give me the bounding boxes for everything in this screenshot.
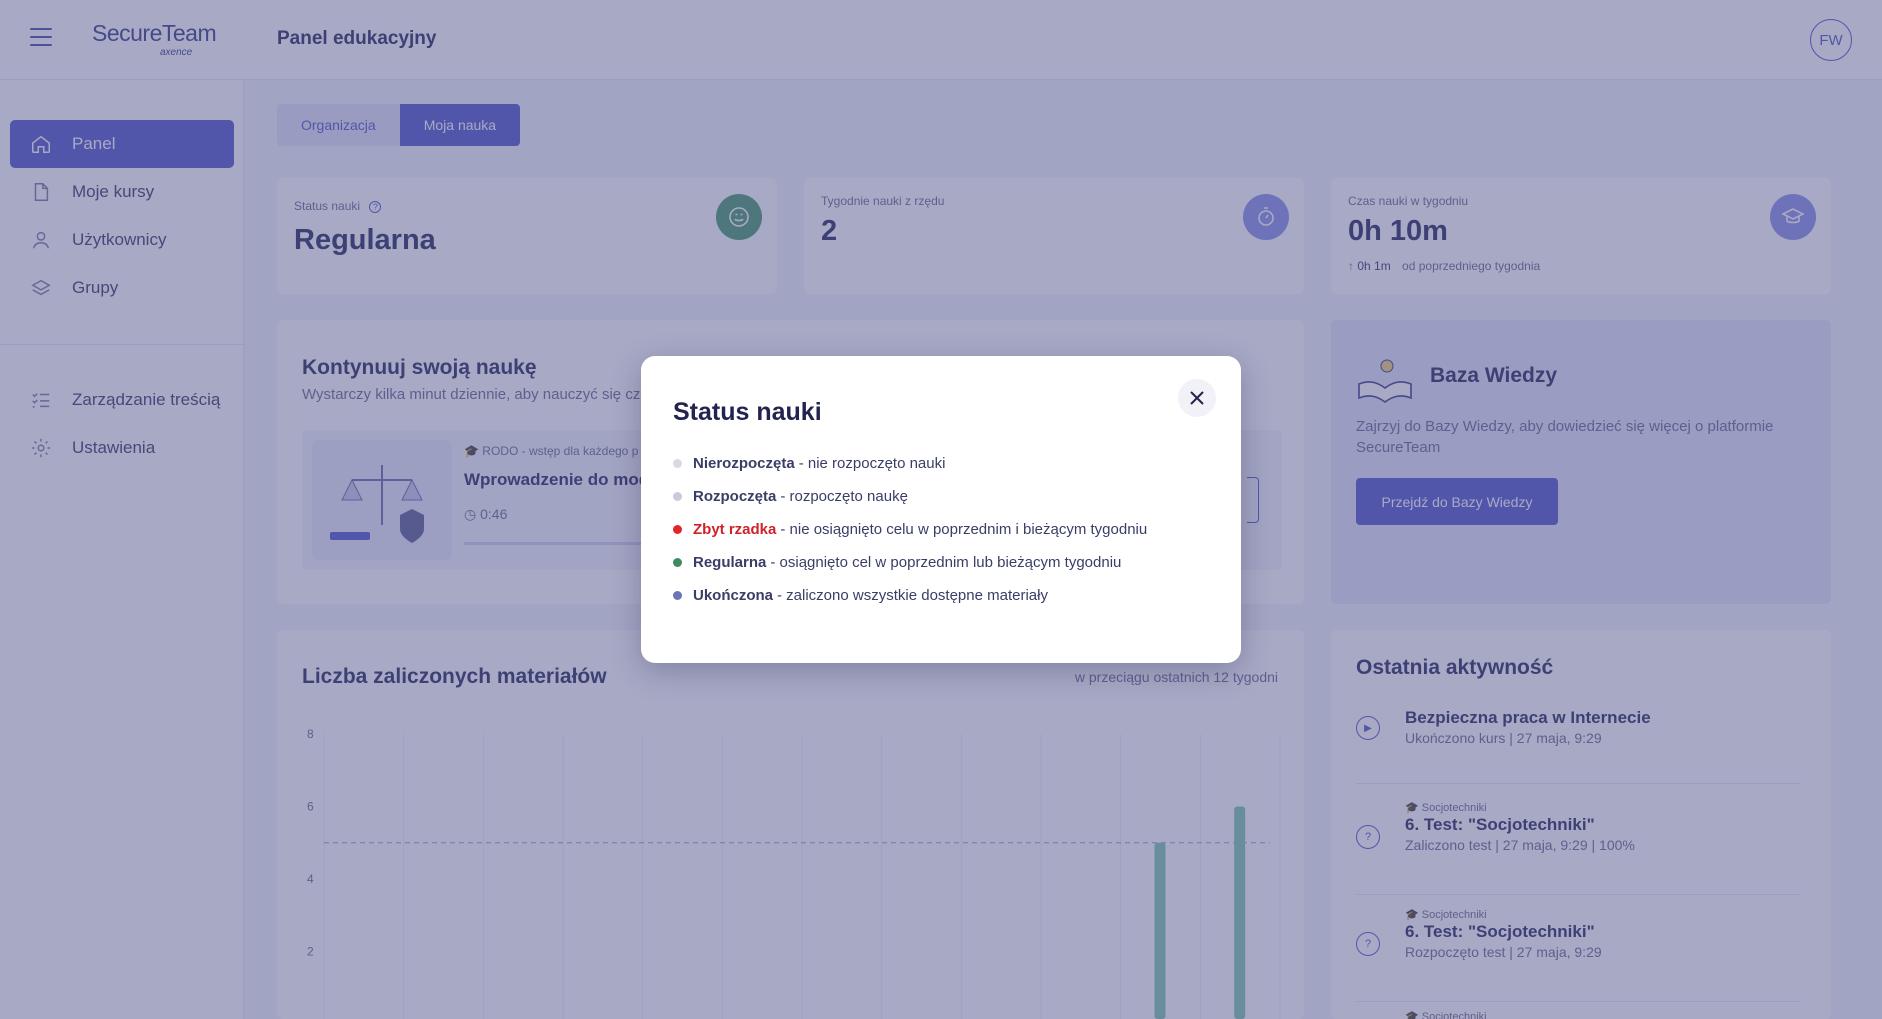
status-info-modal: Status nauki Nierozpoczęta - nie rozpocz… bbox=[641, 356, 1241, 663]
status-dot bbox=[673, 492, 682, 501]
status-name: Zbyt rzadka bbox=[693, 521, 777, 538]
status-dot bbox=[673, 558, 682, 567]
status-description: - osiągnięto cel w poprzednim lub bieżąc… bbox=[770, 554, 1122, 571]
status-description: - rozpoczęto naukę bbox=[780, 488, 908, 505]
status-name: Rozpoczęta bbox=[693, 488, 777, 505]
status-dot bbox=[673, 525, 682, 534]
close-icon bbox=[1190, 391, 1204, 405]
status-name: Nierozpoczęta bbox=[693, 455, 795, 472]
status-dot bbox=[673, 459, 682, 468]
status-row-completed: Ukończona - zaliczono wszystkie dostępne… bbox=[673, 587, 1048, 604]
status-row-not-started: Nierozpoczęta - nie rozpoczęto nauki bbox=[673, 455, 945, 472]
status-row-started: Rozpoczęta - rozpoczęto naukę bbox=[673, 488, 908, 505]
status-row-too-rare: Zbyt rzadka - nie osiągnięto celu w popr… bbox=[673, 521, 1147, 538]
status-row-regular: Regularna - osiągnięto cel w poprzednim … bbox=[673, 554, 1121, 571]
status-name: Ukończona bbox=[693, 587, 774, 604]
status-description: - nie osiągnięto celu w poprzednim i bie… bbox=[780, 521, 1148, 538]
status-name: Regularna bbox=[693, 554, 767, 571]
modal-title: Status nauki bbox=[673, 398, 822, 426]
status-description: - zaliczono wszystkie dostępne materiały bbox=[777, 587, 1048, 604]
status-dot bbox=[673, 591, 682, 600]
status-description: - nie rozpoczęto nauki bbox=[798, 455, 946, 472]
close-button[interactable] bbox=[1178, 379, 1216, 417]
